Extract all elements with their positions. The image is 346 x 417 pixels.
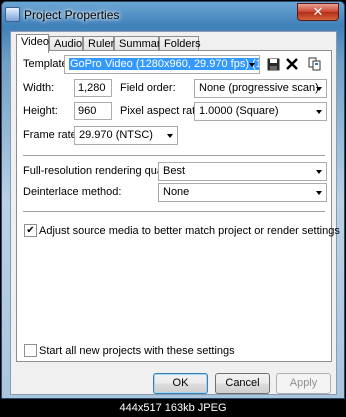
- chevron-down-icon: [316, 191, 322, 195]
- frame-rate-value: 29.970 (NTSC): [79, 129, 153, 141]
- save-icon[interactable]: [265, 56, 281, 72]
- chevron-down-icon: [249, 63, 255, 67]
- render-quality-value: Best: [163, 165, 186, 177]
- adjust-media-checkbox[interactable]: ✔: [24, 224, 37, 237]
- ok-button[interactable]: OK: [153, 373, 208, 394]
- width-label: Width:: [23, 82, 55, 94]
- start-all-checkbox[interactable]: [24, 344, 37, 357]
- pixel-aspect-dropdown[interactable]: 1.0000 (Square): [194, 102, 327, 121]
- delete-icon[interactable]: [284, 56, 300, 72]
- pixel-aspect-value: 1.0000 (Square): [199, 105, 279, 117]
- cancel-button[interactable]: Cancel: [215, 373, 270, 394]
- image-info-caption: 444x517 163kb JPEG: [0, 399, 346, 417]
- project-properties-window: Project Properties ✕ Video Audio Ruler S…: [1, 1, 345, 399]
- template-value: GoPro Video (1280x960, 29.970 fps) (1280…: [69, 58, 259, 70]
- template-dropdown[interactable]: GoPro Video (1280x960, 29.970 fps) (1280…: [64, 55, 260, 74]
- chevron-down-icon: [316, 87, 322, 91]
- deinterlace-value: None: [163, 186, 190, 198]
- divider: [23, 211, 325, 213]
- title-bar[interactable]: Project Properties ✕: [2, 2, 344, 28]
- chevron-down-icon: [316, 170, 322, 174]
- render-quality-label: Full-resolution rendering quality:: [23, 165, 180, 177]
- start-all-label: Start all new projects with these settin…: [39, 345, 235, 357]
- copy-icon[interactable]: [307, 56, 323, 72]
- adjust-media-label: Adjust source media to better match proj…: [39, 225, 340, 237]
- close-button[interactable]: ✕: [297, 3, 339, 21]
- dialog-client-area: Video Audio Ruler Summary Folders Templa…: [10, 31, 340, 395]
- deinterlace-label: Deinterlace method:: [23, 186, 122, 198]
- chevron-down-icon: [167, 134, 173, 138]
- width-field[interactable]: 1,280: [74, 79, 112, 97]
- divider: [23, 155, 325, 157]
- window-title: Project Properties: [24, 8, 120, 22]
- chevron-down-icon: [316, 110, 322, 114]
- deinterlace-dropdown[interactable]: None: [158, 183, 327, 202]
- video-tab-panel: Template: GoPro Video (1280x960, 29.970 …: [16, 50, 340, 362]
- app-icon: [5, 7, 20, 22]
- frame-rate-label: Frame rate:: [23, 129, 80, 141]
- tab-video[interactable]: Video: [16, 34, 49, 53]
- height-field[interactable]: 960: [74, 102, 112, 120]
- field-order-label: Field order:: [120, 82, 176, 94]
- render-quality-dropdown[interactable]: Best: [158, 162, 327, 181]
- height-label: Height:: [23, 105, 58, 117]
- field-order-dropdown[interactable]: None (progressive scan): [194, 79, 327, 98]
- field-order-value: None (progressive scan): [199, 82, 319, 94]
- apply-button[interactable]: Apply: [276, 373, 331, 394]
- frame-rate-dropdown[interactable]: 29.970 (NTSC): [74, 126, 178, 145]
- screenshot-frame: Project Properties ✕ Video Audio Ruler S…: [0, 0, 346, 417]
